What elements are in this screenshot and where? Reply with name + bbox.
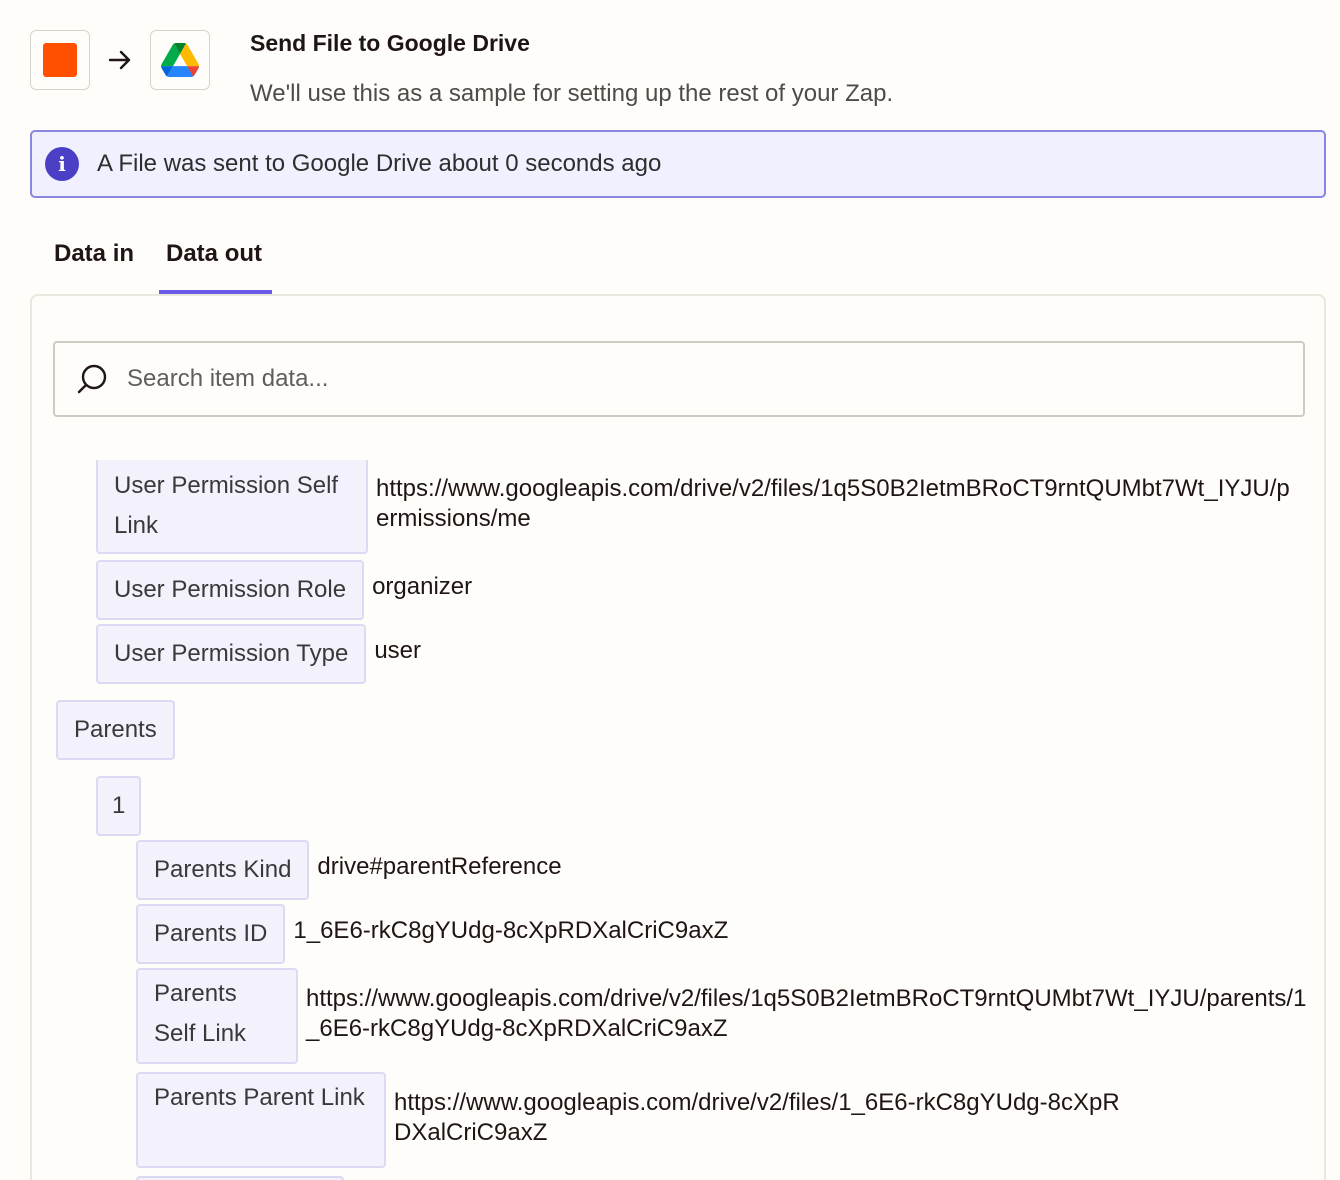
group-key-parents[interactable]: Parents	[56, 700, 175, 760]
field-key[interactable]: User Permission Type	[96, 624, 367, 684]
field-value: https://www.googleapis.com/drive/v2/file…	[394, 1089, 1120, 1146]
field-value: drive#parentReference	[317, 853, 562, 880]
tab-data-in[interactable]: Data in	[54, 240, 134, 268]
google-drive-icon	[161, 43, 199, 77]
tab-data-out[interactable]: Data out	[166, 240, 262, 268]
field-value: user	[374, 637, 421, 664]
info-icon: i	[45, 147, 79, 181]
step-header: Send File to Google Drive We'll use this…	[30, 30, 1320, 110]
field-key[interactable]: Parents Self Link	[136, 968, 298, 1064]
field-row: Parents ID 1_6E6-rkC8gYUdg-8cXpRDXalCriC…	[136, 904, 728, 964]
field-row: Parents Parent Link https://www.googleap…	[136, 1072, 1124, 1168]
group-row: Parents	[56, 700, 175, 760]
field-key[interactable]	[136, 1176, 344, 1180]
field-value: 1_6E6-rkC8gYUdg-8cXpRDXalCriC9axZ	[293, 917, 729, 944]
group-key-index[interactable]: 1	[96, 776, 142, 836]
search-box[interactable]	[53, 341, 1305, 417]
field-value: https://www.googleapis.com/drive/v2/file…	[376, 475, 1290, 532]
field-key[interactable]: User Permission Role	[96, 560, 365, 620]
field-row: User Permission Self Link https://www.go…	[96, 460, 1294, 554]
field-row: User Permission Role organizer	[96, 560, 472, 620]
action-app-icon	[150, 30, 210, 90]
field-row: Parents Kind drive#parentReference	[136, 840, 562, 900]
field-value: https://www.googleapis.com/drive/v2/file…	[306, 985, 1307, 1042]
field-key[interactable]: User Permission Self Link	[96, 460, 368, 554]
field-row: Parents Self Link https://www.googleapis…	[136, 968, 1316, 1064]
field-row	[136, 1176, 344, 1180]
field-key[interactable]: Parents Kind	[136, 840, 310, 900]
info-banner: i A File was sent to Google Drive about …	[30, 130, 1326, 198]
field-value: organizer	[372, 573, 473, 600]
trigger-app-icon	[30, 30, 90, 90]
banner-text: A File was sent to Google Drive about 0 …	[97, 150, 662, 177]
field-row: User Permission Type user	[96, 624, 421, 684]
search-input[interactable]	[127, 365, 1227, 393]
group-row: 1	[96, 776, 142, 836]
field-key[interactable]: Parents Parent Link	[136, 1072, 386, 1168]
search-icon	[77, 364, 107, 394]
step-subtitle: We'll use this as a sample for setting u…	[250, 80, 894, 107]
step-title: Send File to Google Drive	[250, 30, 530, 56]
data-panel: User Permission Self Link https://www.go…	[30, 294, 1326, 1180]
zapier-orange-square-icon	[43, 43, 77, 77]
tab-bar: Data in Data out	[30, 230, 430, 295]
arrow-right-icon	[108, 50, 131, 70]
field-key[interactable]: Parents ID	[136, 904, 286, 964]
